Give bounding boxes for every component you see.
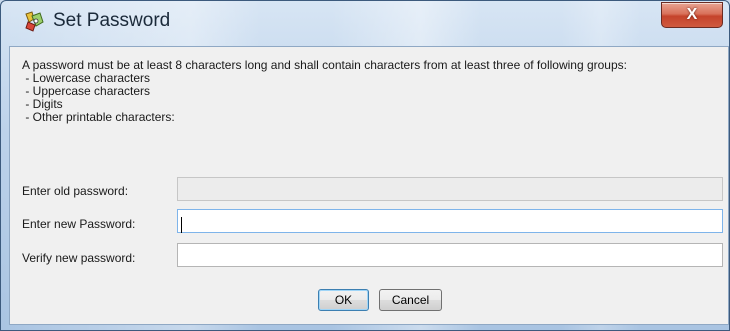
close-icon: X — [686, 6, 698, 23]
new-password-field[interactable] — [177, 209, 723, 233]
password-tool-icon — [23, 10, 45, 32]
password-requirements: A password must be at least 8 characters… — [22, 59, 627, 124]
ok-button[interactable]: OK — [318, 289, 369, 311]
verify-password-field[interactable] — [177, 243, 723, 267]
close-button[interactable]: X — [661, 2, 723, 28]
new-password-label: Enter new Password: — [22, 217, 136, 231]
window-title: Set Password — [53, 10, 171, 31]
cancel-button[interactable]: Cancel — [379, 289, 442, 311]
old-password-field[interactable] — [177, 177, 723, 201]
requirement-other: - Other printable characters: — [22, 110, 175, 124]
text-caret — [181, 217, 182, 233]
old-password-label: Enter old password: — [22, 184, 129, 198]
verify-password-label: Verify new password: — [22, 251, 136, 265]
title-bar[interactable]: Set Password X — [1, 1, 729, 43]
set-password-dialog: Set Password X A password must be at lea… — [0, 0, 730, 331]
requirement-uppercase: - Uppercase characters — [22, 84, 151, 98]
dialog-body: A password must be at least 8 characters… — [9, 46, 729, 325]
